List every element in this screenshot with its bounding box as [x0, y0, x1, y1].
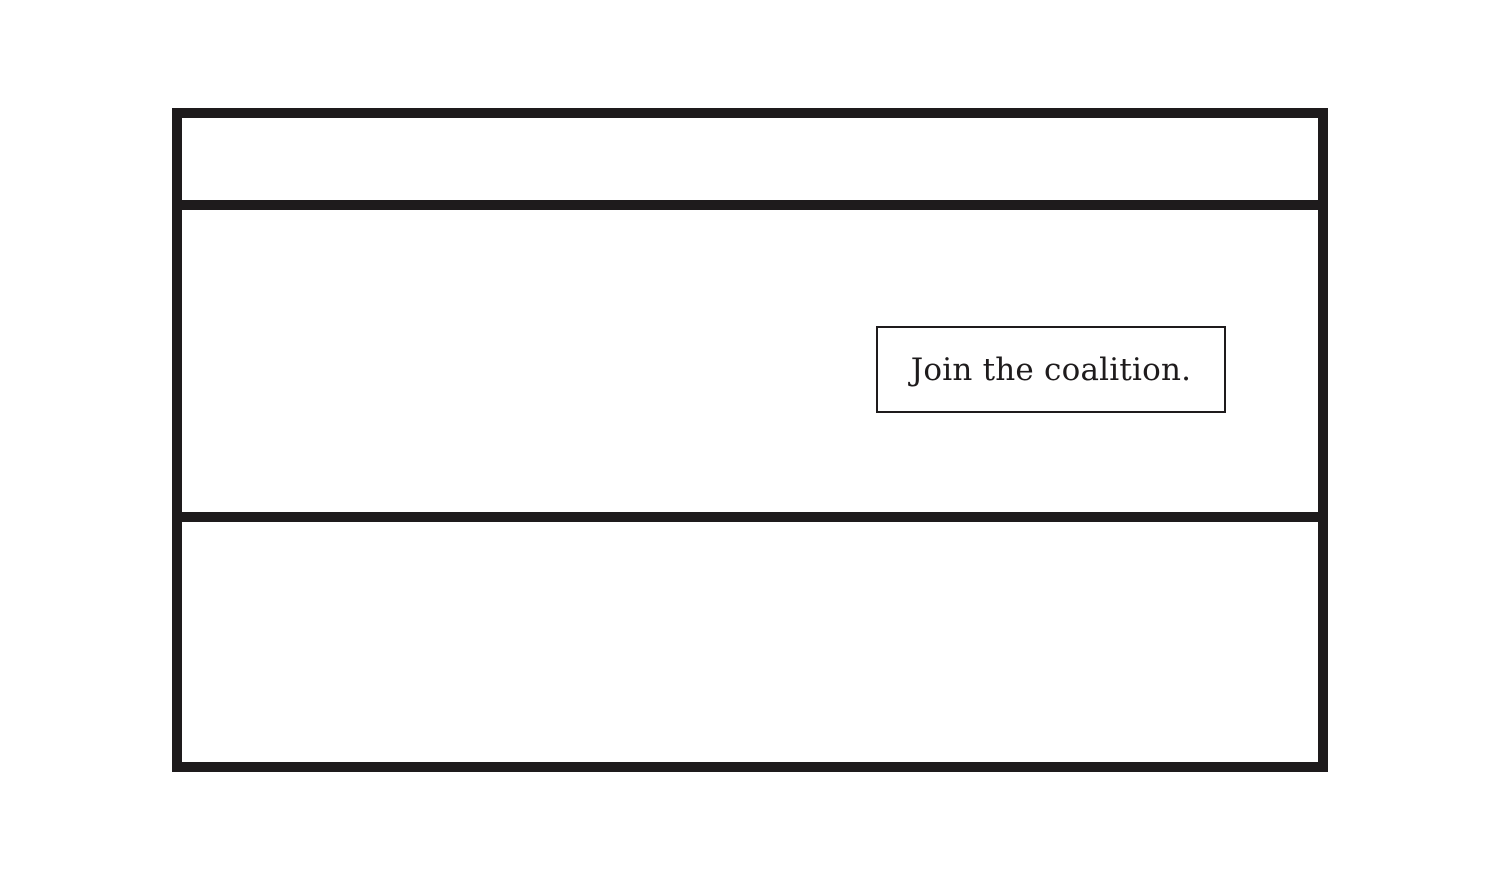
wireframe-frame: Join the coalition.	[172, 108, 1328, 772]
footer-section	[182, 522, 1318, 762]
header-section	[182, 118, 1318, 210]
hero-section: Join the coalition.	[182, 210, 1318, 522]
join-coalition-button[interactable]: Join the coalition.	[876, 326, 1226, 413]
